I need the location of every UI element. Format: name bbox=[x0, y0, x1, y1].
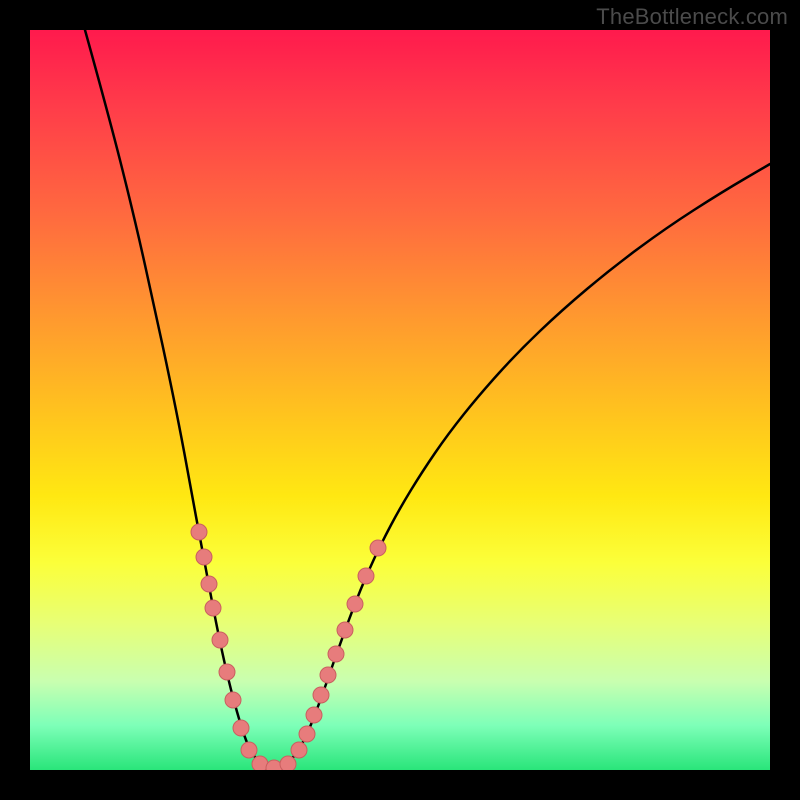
curve-dot bbox=[212, 632, 228, 648]
curve-dot bbox=[205, 600, 221, 616]
curve-dot bbox=[191, 524, 207, 540]
curve-dot bbox=[313, 687, 329, 703]
watermark-text: TheBottleneck.com bbox=[596, 4, 788, 30]
curve-dot bbox=[328, 646, 344, 662]
curve-dot bbox=[201, 576, 217, 592]
curve-dot bbox=[337, 622, 353, 638]
curve-dot bbox=[299, 726, 315, 742]
curve-dot bbox=[233, 720, 249, 736]
curve-dot bbox=[219, 664, 235, 680]
chart-svg bbox=[30, 30, 770, 770]
curve-left bbox=[85, 30, 274, 768]
curve-dot bbox=[306, 707, 322, 723]
curve-dot bbox=[370, 540, 386, 556]
curve-dot bbox=[241, 742, 257, 758]
curve-right bbox=[274, 164, 770, 768]
plot-area bbox=[30, 30, 770, 770]
chart-frame: TheBottleneck.com bbox=[0, 0, 800, 800]
curve-dot bbox=[196, 549, 212, 565]
curve-dot bbox=[358, 568, 374, 584]
curve-dot bbox=[347, 596, 363, 612]
curve-dots-group bbox=[191, 524, 386, 770]
curve-dot bbox=[320, 667, 336, 683]
curve-dot bbox=[291, 742, 307, 758]
curve-dot bbox=[225, 692, 241, 708]
curve-dot bbox=[280, 756, 296, 770]
